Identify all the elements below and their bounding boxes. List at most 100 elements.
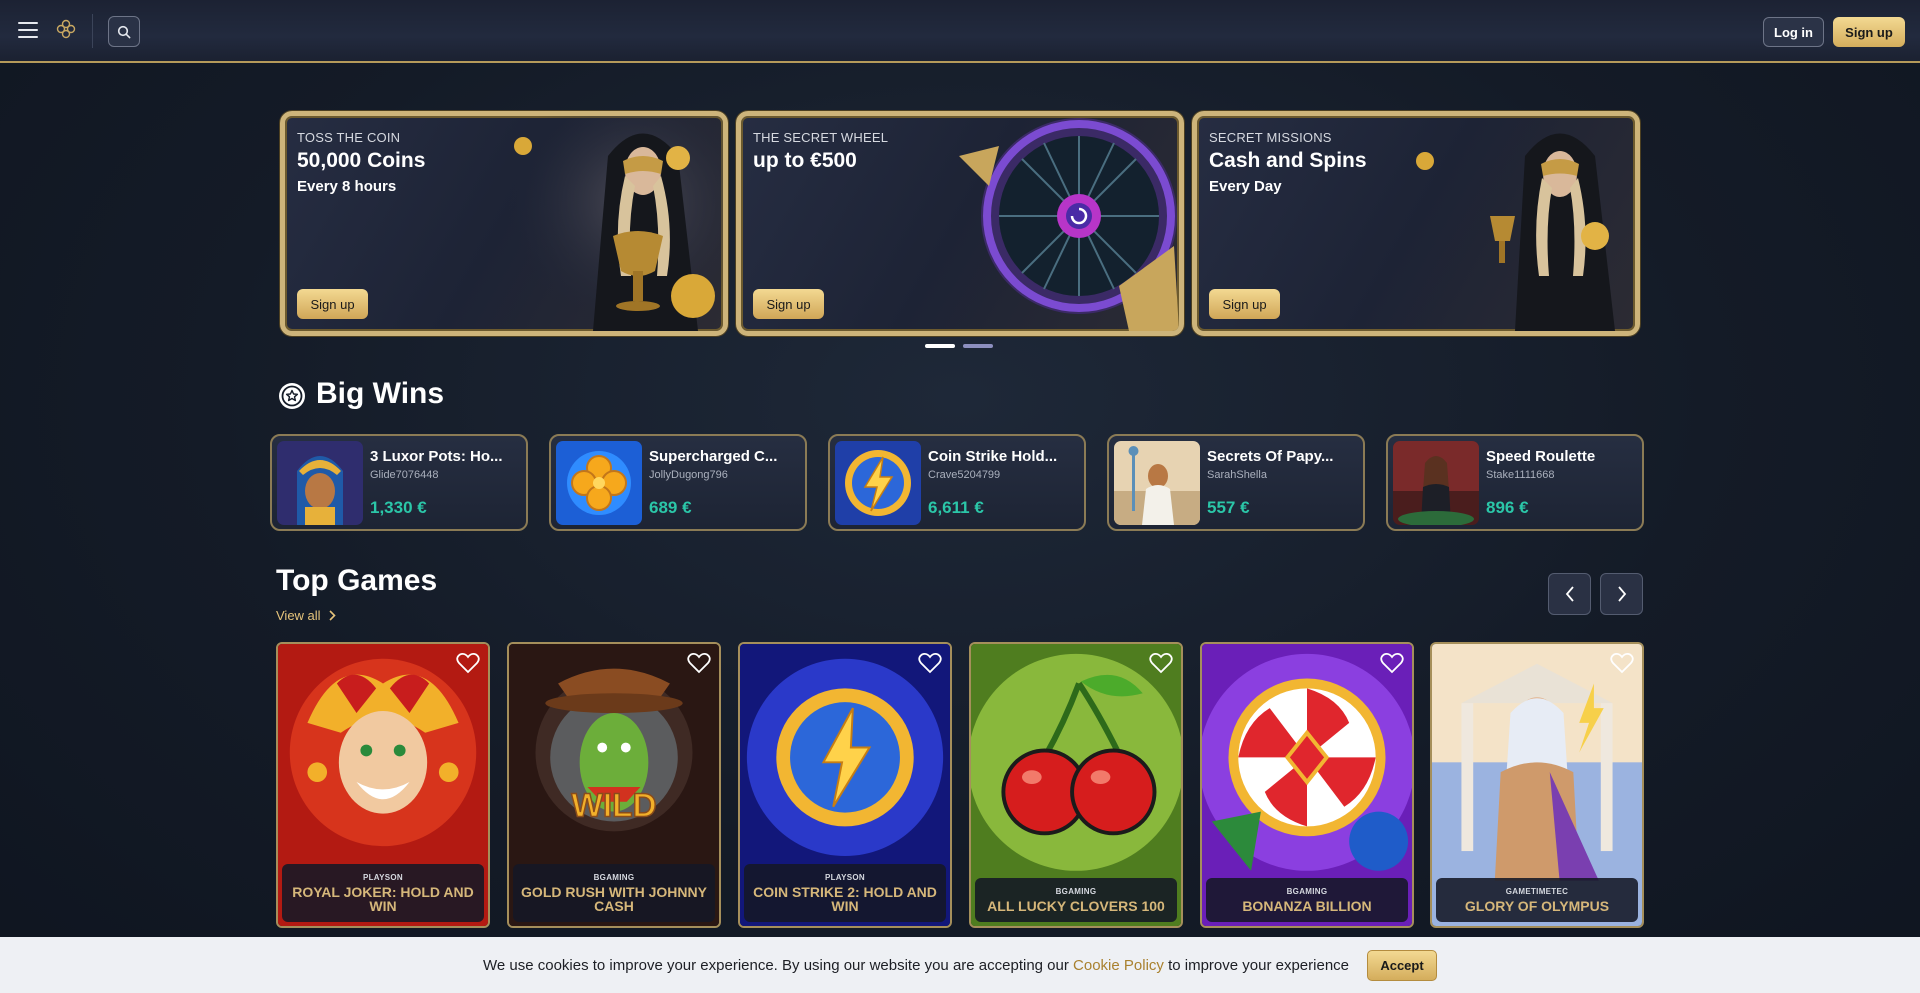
game-provider: BGAMING <box>1286 887 1328 896</box>
big-wins-title: Big Wins <box>316 377 445 410</box>
carousel-dot-1[interactable] <box>925 344 955 348</box>
game-thumbnail <box>556 441 642 525</box>
win-game-name: 3 Luxor Pots: Ho... <box>370 448 503 465</box>
brand-logo-icon[interactable] <box>55 18 77 40</box>
win-username: SarahShella <box>1207 469 1267 481</box>
win-game-name: Coin Strike Hold... <box>928 448 1058 465</box>
top-header: Log in Sign up <box>0 0 1920 63</box>
game-card[interactable]: PLAYSON COIN STRIKE 2: HOLD AND WIN <box>738 642 952 928</box>
heart-icon[interactable] <box>687 652 711 674</box>
game-title: GLORY OF OLYMPUS <box>1464 898 1610 914</box>
promo-headline: Cash and Spins <box>1209 149 1367 172</box>
win-amount: 1,330 € <box>370 498 427 517</box>
view-all-label: View all <box>276 608 321 623</box>
win-game-name: Speed Roulette <box>1486 448 1596 465</box>
cookie-text: We use cookies to improve your experienc… <box>483 957 1349 974</box>
game-provider: BGAMING <box>593 873 635 882</box>
big-win-card[interactable]: 3 Luxor Pots: Ho... Glide7076448 1,330 € <box>270 434 528 531</box>
masked-woman-with-goblet-art <box>1416 133 1615 331</box>
win-amount: 689 € <box>649 498 692 517</box>
win-amount: 557 € <box>1207 498 1250 517</box>
game-thumbnail <box>1393 441 1479 525</box>
heart-icon[interactable] <box>1380 652 1404 674</box>
game-caption: PLAYSON COIN STRIKE 2: HOLD AND WIN <box>744 864 946 922</box>
masked-woman-with-chalice-art <box>503 116 723 331</box>
chevron-right-icon <box>328 610 336 621</box>
game-card[interactable]: WILD BGAMING GOLD RUSH WITH JOHNNY CASH <box>507 642 721 928</box>
game-provider: BGAMING <box>1055 887 1097 896</box>
cookie-banner: We use cookies to improve your experienc… <box>0 937 1920 993</box>
search-icon <box>117 25 131 38</box>
cookie-policy-link[interactable]: Cookie Policy <box>1073 957 1164 974</box>
game-title: ALL LUCKY CLOVERS 100 <box>987 898 1165 914</box>
game-title: BONANZA BILLION <box>1242 898 1372 914</box>
game-provider: PLAYSON <box>824 873 866 882</box>
win-game-name: Secrets Of Papy... <box>1207 448 1334 465</box>
promo-headline: up to €500 <box>753 149 857 172</box>
game-caption: BGAMING ALL LUCKY CLOVERS 100 <box>975 878 1177 922</box>
svg-text:WILD: WILD <box>571 787 656 824</box>
chevron-right-icon <box>1617 586 1626 602</box>
game-title: ROYAL JOKER: HOLD AND WIN <box>292 884 474 914</box>
secret-wheel-art <box>959 118 1179 331</box>
game-caption: GAMETIMETEC GLORY OF OLYMPUS <box>1436 878 1638 922</box>
big-win-card[interactable]: Speed Roulette Stake1111668 896 € <box>1386 434 1644 531</box>
promo-subtitle: Every 8 hours <box>297 178 397 195</box>
search-button[interactable] <box>108 16 140 47</box>
cookie-text-before: We use cookies to improve your experienc… <box>482 956 1069 974</box>
win-amount: 896 € <box>1486 498 1529 517</box>
promo-banner-wheel[interactable]: THE SECRET WHEEL up to €500 Sign up <box>736 111 1184 336</box>
promo-headline: 50,000 Coins <box>297 149 426 172</box>
game-caption: BGAMING GOLD RUSH WITH JOHNNY CASH <box>513 864 715 922</box>
view-all-link[interactable]: View all <box>276 608 336 623</box>
game-card[interactable]: BGAMING ALL LUCKY CLOVERS 100 <box>969 642 1183 928</box>
win-username: Crave5204799 <box>928 469 1001 481</box>
big-win-card[interactable]: Secrets Of Papy... SarahShella 557 € <box>1107 434 1365 531</box>
game-title: GOLD RUSH WITH JOHNNY CASH <box>521 884 707 914</box>
game-thumbnail <box>277 441 363 525</box>
win-game-name: Supercharged C... <box>649 448 778 465</box>
star-badge-icon <box>279 383 305 409</box>
promo-signup-button[interactable]: Sign up <box>297 289 368 319</box>
game-card[interactable]: BGAMING BONANZA BILLION <box>1200 642 1414 928</box>
game-thumbnail <box>835 441 921 525</box>
big-win-card[interactable]: Supercharged C... JollyDugong796 689 € <box>549 434 807 531</box>
heart-icon[interactable] <box>456 652 480 674</box>
promo-banner-coins[interactable]: TOSS THE COIN 50,000 Coins Every 8 hours… <box>280 111 728 336</box>
game-caption: PLAYSON ROYAL JOKER: HOLD AND WIN <box>282 864 484 922</box>
prev-games-button[interactable] <box>1548 573 1591 615</box>
signup-button[interactable]: Sign up <box>1833 17 1905 47</box>
game-card[interactable]: PLAYSON ROYAL JOKER: HOLD AND WIN <box>276 642 490 928</box>
heart-icon[interactable] <box>1610 652 1634 674</box>
heart-icon[interactable] <box>1149 652 1173 674</box>
game-thumbnail <box>1114 441 1200 525</box>
carousel-dots <box>925 344 993 348</box>
game-caption: BGAMING BONANZA BILLION <box>1206 878 1408 922</box>
promo-eyebrow: SECRET MISSIONS <box>1209 130 1332 145</box>
win-amount: 6,611 € <box>928 498 984 517</box>
win-username: Glide7076448 <box>370 469 439 481</box>
hamburger-icon[interactable] <box>18 22 38 38</box>
header-divider <box>92 14 93 48</box>
next-games-button[interactable] <box>1600 573 1643 615</box>
game-provider: GAMETIMETEC <box>1505 887 1569 896</box>
promo-signup-button[interactable]: Sign up <box>753 289 824 319</box>
big-win-card[interactable]: Coin Strike Hold... Crave5204799 6,611 € <box>828 434 1086 531</box>
win-username: Stake1111668 <box>1486 469 1555 481</box>
heart-icon[interactable] <box>918 652 942 674</box>
game-title: COIN STRIKE 2: HOLD AND WIN <box>753 884 937 914</box>
promo-subtitle: Every Day <box>1209 178 1282 195</box>
game-provider: PLAYSON <box>362 873 404 882</box>
login-button[interactable]: Log in <box>1763 17 1824 47</box>
chevron-left-icon <box>1565 586 1574 602</box>
top-games-title: Top Games <box>276 564 438 597</box>
promo-eyebrow: THE SECRET WHEEL <box>753 130 889 145</box>
win-username: JollyDugong796 <box>649 469 728 481</box>
promo-banner-missions[interactable]: SECRET MISSIONS Cash and Spins Every Day… <box>1192 111 1640 336</box>
accept-cookies-button[interactable]: Accept <box>1367 949 1438 981</box>
carousel-dot-2[interactable] <box>963 344 993 348</box>
cookie-text-after: to improve your experience <box>1168 956 1350 974</box>
promo-eyebrow: TOSS THE COIN <box>297 130 401 145</box>
promo-signup-button[interactable]: Sign up <box>1209 289 1280 319</box>
game-card[interactable]: GAMETIMETEC GLORY OF OLYMPUS <box>1430 642 1644 928</box>
